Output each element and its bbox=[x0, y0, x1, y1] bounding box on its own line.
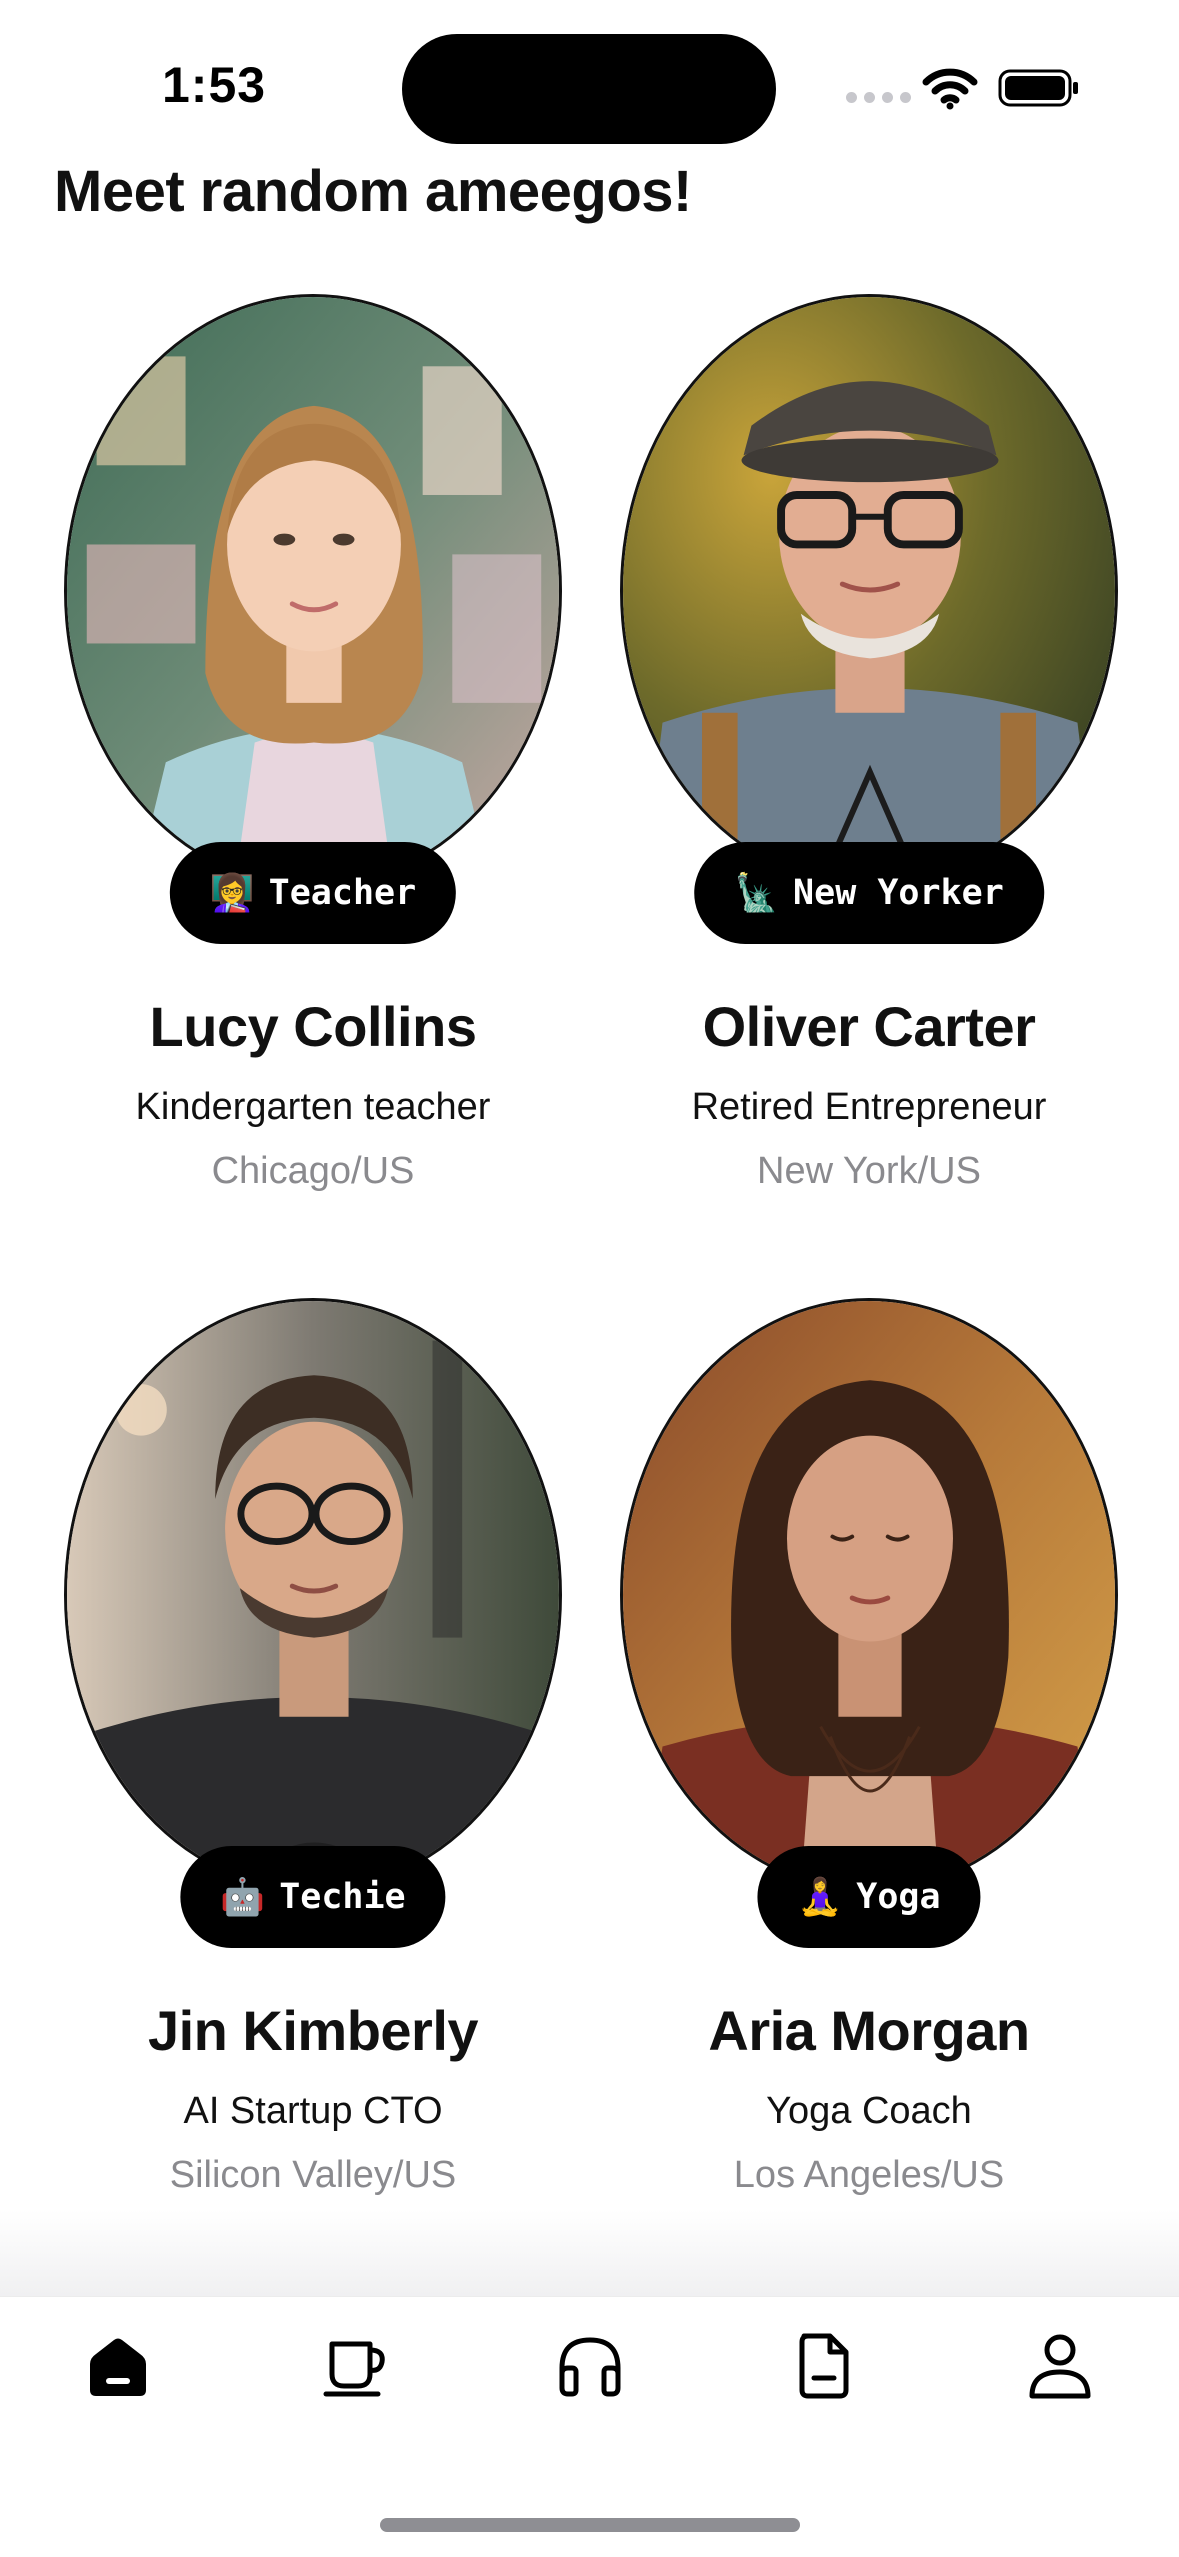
profile-name: Aria Morgan bbox=[708, 1999, 1030, 2062]
profile-card-aria-morgan[interactable]: 🧘‍♀️ Yoga Aria Morgan Yoga Coach Los Ang… bbox=[614, 1298, 1124, 2268]
profile-role: Kindergarten teacher bbox=[135, 1086, 491, 1128]
tab-profile[interactable] bbox=[1024, 2330, 1096, 2402]
home-indicator[interactable] bbox=[380, 2518, 800, 2532]
profile-location: Chicago/US bbox=[211, 1150, 415, 1192]
headphones-icon bbox=[559, 2337, 621, 2397]
cellular-signal-icon bbox=[846, 92, 911, 103]
profile-card-jin-kimberly[interactable]: 🤖 Techie Jin Kimberly AI Startup CTO Sil… bbox=[58, 1298, 568, 2268]
profile-photo bbox=[64, 1298, 562, 1892]
profile-card-oliver-carter[interactable]: 🗽 New Yorker Oliver Carter Retired Entre… bbox=[614, 294, 1124, 1264]
tab-document[interactable] bbox=[788, 2330, 860, 2402]
profile-photo bbox=[64, 294, 562, 888]
robot-emoji-icon: 🤖 bbox=[220, 1877, 266, 1918]
scroll-fade bbox=[0, 2210, 1179, 2298]
profile-card-lucy-collins[interactable]: 👩‍🏫 Teacher Lucy Collins Kindergarten te… bbox=[58, 294, 568, 1264]
tab-home[interactable] bbox=[82, 2330, 154, 2402]
profile-photo bbox=[620, 1298, 1118, 1892]
dynamic-island bbox=[402, 34, 776, 144]
profile-badge: 👩‍🏫 Teacher bbox=[169, 842, 457, 944]
badge-label: Yoga bbox=[856, 1877, 941, 1917]
page-title: Meet random ameegos! bbox=[54, 159, 692, 224]
document-icon bbox=[799, 2333, 849, 2399]
profile-badge: 🤖 Techie bbox=[180, 1846, 446, 1948]
profile-role: AI Startup CTO bbox=[183, 2090, 443, 2132]
tab-listen[interactable] bbox=[554, 2330, 626, 2402]
profile-badge: 🗽 New Yorker bbox=[694, 842, 1044, 944]
badge-label: Teacher bbox=[268, 873, 417, 913]
profile-role: Retired Entrepreneur bbox=[691, 1086, 1047, 1128]
teacher-emoji-icon: 👩‍🏫 bbox=[209, 873, 255, 914]
profile-name: Lucy Collins bbox=[149, 995, 477, 1058]
yoga-emoji-icon: 🧘‍♀️ bbox=[797, 1877, 843, 1918]
badge-label: Techie bbox=[279, 1877, 406, 1917]
profile-location: Silicon Valley/US bbox=[169, 2154, 457, 2196]
wifi-icon bbox=[922, 68, 978, 110]
home-icon bbox=[90, 2338, 146, 2396]
profile-icon bbox=[1029, 2334, 1091, 2399]
statue-of-liberty-emoji-icon: 🗽 bbox=[734, 873, 780, 914]
badge-label: New Yorker bbox=[793, 873, 1004, 913]
coffee-cup-icon bbox=[323, 2341, 385, 2397]
profile-role: Yoga Coach bbox=[766, 2090, 972, 2132]
profile-name: Oliver Carter bbox=[702, 995, 1036, 1058]
profile-location: Los Angeles/US bbox=[733, 2154, 1005, 2196]
tab-cafe[interactable] bbox=[320, 2330, 392, 2402]
profile-badge: 🧘‍♀️ Yoga bbox=[757, 1846, 981, 1948]
profile-location: New York/US bbox=[757, 1150, 981, 1192]
profile-name: Jin Kimberly bbox=[147, 1999, 479, 2062]
battery-icon bbox=[998, 69, 1078, 107]
profile-photo bbox=[620, 294, 1118, 888]
status-time: 1:53 bbox=[162, 57, 267, 113]
